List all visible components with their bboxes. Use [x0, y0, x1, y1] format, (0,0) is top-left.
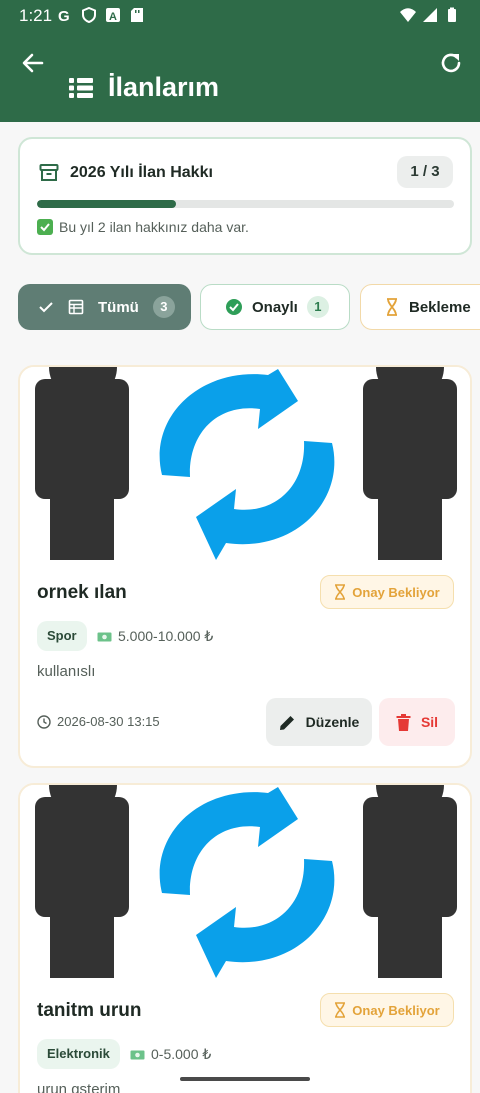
price-range: 0-5.000 ₺: [130, 1046, 211, 1063]
filter-count-badge: 1: [306, 296, 329, 318]
status-label: Onay Bekliyor: [352, 584, 440, 600]
archive-icon: [39, 164, 59, 181]
font-icon: A: [106, 8, 120, 23]
filter-count-badge: 3: [152, 296, 175, 318]
trash-icon: [396, 713, 411, 731]
quota-title: 2026 Yılı İlan Hakkı: [70, 164, 213, 181]
listing-title: tanitm urun: [37, 1000, 142, 1021]
delete-button[interactable]: Sil: [379, 698, 455, 746]
svg-text:G: G: [58, 8, 70, 23]
edit-button[interactable]: Düzenle: [266, 698, 372, 746]
listing-title: ornek ılan: [37, 582, 127, 603]
filter-chip-label: Bekleme: [409, 298, 471, 316]
listing-image-placeholder: [20, 785, 470, 978]
hourglass-icon: [335, 584, 346, 600]
price-value: 5.000-10.000 ₺: [118, 628, 214, 644]
clock-icon: [37, 714, 51, 729]
quota-count-badge: 1 / 3: [397, 156, 453, 188]
quota-note: Bu yıl 2 ilan hakkınız daha var.: [59, 219, 249, 235]
edit-label: Düzenle: [305, 714, 360, 730]
table-icon: [68, 299, 84, 315]
person-icon: [363, 785, 457, 978]
list-icon: [69, 77, 93, 98]
status-badge: Onay Bekliyor: [320, 575, 454, 609]
swap-arrows-icon: [159, 787, 335, 978]
refresh-button[interactable]: [438, 50, 464, 76]
sd-card-icon: [131, 8, 143, 22]
app-header: 1:21 G A İlanlarım: [0, 0, 480, 122]
filter-chip-pending[interactable]: Bekleme: [360, 284, 480, 330]
signal-icon: [423, 8, 437, 22]
back-button[interactable]: [20, 50, 46, 76]
filter-chip-label: Onaylı: [252, 298, 298, 316]
filter-chip-all[interactable]: Tümü 3: [18, 284, 191, 330]
pencil-icon: [279, 715, 294, 730]
status-badge: Onay Bekliyor: [320, 993, 454, 1027]
category-badge: Spor: [37, 621, 87, 651]
check-circle-icon: [226, 299, 242, 315]
status-time: 1:21: [19, 6, 53, 25]
svg-text:A: A: [109, 11, 117, 23]
listing-card[interactable]: ornek ılan Onay Bekliyor Spor 5.000-10.0…: [18, 365, 472, 768]
quota-progress-fill: [37, 200, 176, 208]
delete-label: Sil: [420, 714, 439, 730]
battery-icon: [448, 7, 456, 22]
quota-card: 2026 Yılı İlan Hakkı 1 / 3 Bu yıl 2 ilan…: [18, 137, 472, 255]
listing-card[interactable]: tanitm urun Onay Bekliyor Elektronik 0-5…: [18, 783, 472, 1093]
filter-chip-label: Tümü: [98, 298, 139, 316]
date-value: 2026-08-30 13:15: [57, 714, 160, 729]
listing-date: 2026-08-30 13:15: [37, 714, 160, 729]
person-icon: [35, 785, 129, 978]
status-bar: 1:21 G A: [0, 0, 480, 30]
hourglass-icon: [387, 298, 397, 316]
listing-description: urun gsterim: [37, 1081, 121, 1093]
swap-arrows-icon: [159, 369, 335, 560]
price-range: 5.000-10.000 ₺: [97, 628, 213, 645]
person-icon: [35, 367, 129, 560]
listing-image-placeholder: [20, 367, 470, 560]
check-mark-icon: [37, 219, 53, 235]
price-value: 0-5.000 ₺: [151, 1046, 212, 1062]
status-label: Onay Bekliyor: [352, 1002, 440, 1018]
home-indicator[interactable]: [180, 1077, 310, 1081]
hourglass-icon: [335, 1002, 346, 1018]
shield-icon: [82, 7, 96, 23]
listing-description: kullanıslı: [37, 663, 96, 680]
wifi-icon: [400, 8, 416, 22]
filter-chips: Tümü 3 Onaylı 1 Bekleme: [18, 284, 480, 332]
filter-chip-approved[interactable]: Onaylı 1: [200, 284, 350, 330]
check-icon: [39, 302, 53, 313]
person-icon: [363, 367, 457, 560]
google-icon: G: [58, 8, 70, 23]
quota-progress-bar: [37, 200, 454, 208]
page-title: İlanlarım: [108, 72, 220, 102]
category-badge: Elektronik: [37, 1039, 120, 1069]
money-icon: [97, 632, 112, 641]
money-icon: [130, 1050, 145, 1059]
